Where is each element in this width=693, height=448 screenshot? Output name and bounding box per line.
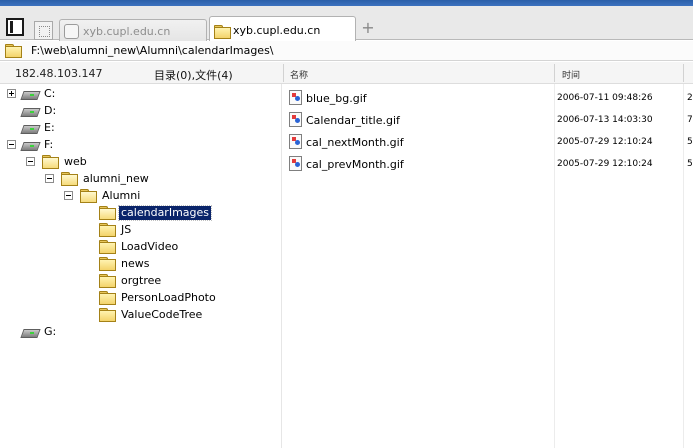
file-name: cal_nextMonth.gif xyxy=(306,136,404,149)
file-size: 5 xyxy=(687,159,693,169)
page-icon xyxy=(64,24,79,39)
tree-label-selected: calendarImages xyxy=(117,204,213,221)
tree-label: orgtree xyxy=(121,273,162,287)
gif-file-icon xyxy=(289,90,302,105)
folder-icon xyxy=(99,223,116,237)
file-time: 2006-07-11 09:48:26 xyxy=(557,93,653,103)
tree-folder-news[interactable]: news xyxy=(99,255,151,272)
tree-folder-orgtree[interactable]: orgtree xyxy=(99,272,163,289)
file-row[interactable]: cal_nextMonth.gif 2005-07-29 12:10:24 5 xyxy=(287,133,693,151)
tree-label: PersonLoadPhoto xyxy=(121,290,216,304)
tree-label: LoadVideo xyxy=(121,239,179,253)
tab-grip-icon[interactable] xyxy=(34,21,53,40)
tree-label: alumni_new xyxy=(83,171,149,185)
collapse-icon[interactable] xyxy=(45,174,54,183)
drive-icon xyxy=(21,88,38,99)
column-divider[interactable] xyxy=(683,64,684,82)
tab-xyb-inactive[interactable]: xyb.cupl.edu.cn xyxy=(59,19,207,43)
file-time: 2005-07-29 12:10:24 xyxy=(557,137,653,147)
folder-icon xyxy=(99,291,116,305)
file-time: 2005-07-29 12:10:24 xyxy=(557,159,653,169)
item-count: 目录(0),文件(4) xyxy=(154,69,233,82)
tree-label: F: xyxy=(44,137,54,151)
collapse-icon[interactable] xyxy=(64,191,73,200)
expand-icon[interactable] xyxy=(7,89,16,98)
collapse-icon[interactable] xyxy=(26,157,35,166)
file-row[interactable]: Calendar_title.gif 2006-07-13 14:03:30 7 xyxy=(287,111,693,129)
file-row[interactable]: blue_bg.gif 2006-07-11 09:48:26 2 xyxy=(287,89,693,107)
pane-header: 182.48.103.147 目录(0),文件(4) 名称 时间 xyxy=(0,62,693,84)
tree-folder-web[interactable]: web xyxy=(26,153,89,170)
tab-label: xyb.cupl.edu.cn xyxy=(233,24,321,37)
tab-bar: xyb.cupl.edu.cn xyb.cupl.edu.cn + xyxy=(0,6,693,44)
column-header-name[interactable]: 名称 xyxy=(290,68,308,81)
tree-drive-c[interactable]: C: xyxy=(7,85,57,102)
tree-label: G: xyxy=(44,324,57,338)
file-name: cal_prevMonth.gif xyxy=(306,158,404,171)
new-tab-button[interactable]: + xyxy=(361,20,375,37)
tree-label: news xyxy=(121,256,150,270)
file-size: 7 xyxy=(687,115,693,125)
drive-icon xyxy=(21,122,38,133)
folder-icon xyxy=(99,274,116,288)
collapse-icon[interactable] xyxy=(7,140,16,149)
server-ip: 182.48.103.147 xyxy=(15,67,103,80)
folder-icon xyxy=(61,172,78,186)
file-size: 5 xyxy=(687,137,693,147)
address-bar[interactable]: F:\web\alumni_new\Alumni\calendarImages\ xyxy=(0,41,693,61)
folder-icon xyxy=(42,155,59,169)
column-divider[interactable] xyxy=(283,64,284,82)
tree-drive-g[interactable]: G: xyxy=(21,323,58,340)
gif-file-icon xyxy=(289,112,302,127)
file-name: Calendar_title.gif xyxy=(306,114,400,127)
gif-file-icon xyxy=(289,134,302,149)
folder-icon xyxy=(99,240,116,254)
tree-drive-f[interactable]: F: xyxy=(7,136,55,153)
tree-folder-loadvideo[interactable]: LoadVideo xyxy=(99,238,180,255)
tree-folder-valuecodetree[interactable]: ValueCodeTree xyxy=(99,306,204,323)
drive-icon xyxy=(21,105,38,116)
folder-icon xyxy=(99,206,116,220)
gif-file-icon xyxy=(289,156,302,171)
folder-icon xyxy=(214,24,231,39)
folder-icon xyxy=(80,189,97,203)
file-row[interactable]: cal_prevMonth.gif 2005-07-29 12:10:24 5 xyxy=(287,155,693,173)
drive-icon xyxy=(21,326,38,337)
tree-label: E: xyxy=(44,120,55,134)
tree-drive-d[interactable]: D: xyxy=(21,102,58,119)
column-header-time[interactable]: 时间 xyxy=(562,68,580,81)
tree-folder-alumni-new[interactable]: alumni_new xyxy=(45,170,151,187)
tree-drive-e[interactable]: E: xyxy=(21,119,57,136)
tree-label: web xyxy=(64,154,87,168)
folder-icon xyxy=(99,257,116,271)
address-path[interactable]: F:\web\alumni_new\Alumni\calendarImages\ xyxy=(31,44,274,57)
tree-folder-personloadphoto[interactable]: PersonLoadPhoto xyxy=(99,289,218,306)
tab-label: xyb.cupl.edu.cn xyxy=(83,25,171,38)
tree-label: ValueCodeTree xyxy=(121,307,203,321)
tree-label: D: xyxy=(44,103,57,117)
file-name: blue_bg.gif xyxy=(306,92,367,105)
tree-folder-js[interactable]: JS xyxy=(99,221,133,238)
folder-icon xyxy=(99,308,116,322)
sidebar-toggle-icon[interactable] xyxy=(6,18,24,36)
file-size: 2 xyxy=(687,93,693,103)
tree-folder-alumni[interactable]: Alumni xyxy=(64,187,142,204)
column-divider[interactable] xyxy=(554,64,555,82)
tree-label: JS xyxy=(121,222,132,236)
file-time: 2006-07-13 14:03:30 xyxy=(557,115,653,125)
folder-icon xyxy=(5,44,22,58)
tree-folder-calendarimages[interactable]: calendarImages xyxy=(99,204,213,221)
tree-label: C: xyxy=(44,86,56,100)
drive-icon xyxy=(21,139,38,150)
tab-xyb-active[interactable]: xyb.cupl.edu.cn xyxy=(209,16,356,44)
tree-label: Alumni xyxy=(102,188,141,202)
